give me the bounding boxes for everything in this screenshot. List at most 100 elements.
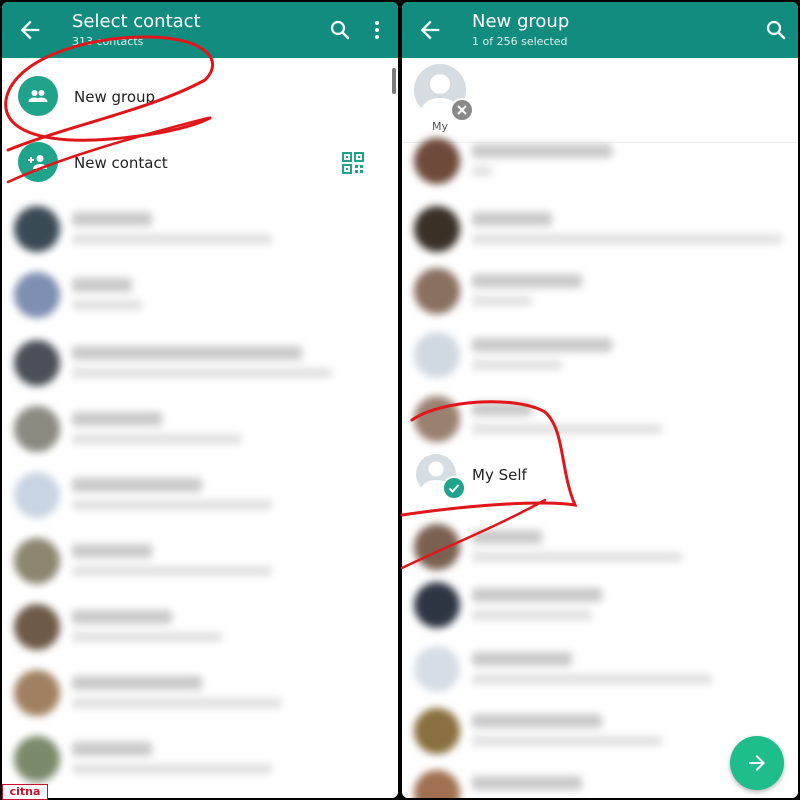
search-icon[interactable] [328, 18, 352, 42]
contact-status [472, 234, 782, 244]
contact-avatar [414, 268, 460, 314]
next-button[interactable] [730, 736, 784, 790]
new-contact-item[interactable]: New contact [2, 128, 398, 192]
contact-name [72, 544, 152, 558]
new-group-item[interactable]: New group [2, 64, 398, 128]
new-group-app-bar: New group 1 of 256 selected [402, 2, 798, 58]
contact-name [472, 714, 602, 728]
add-person-icon [18, 142, 58, 182]
new-group-label: New group [74, 88, 156, 106]
contact-status [72, 234, 272, 244]
selected-contact-chip[interactable] [414, 64, 474, 122]
contact-avatar [14, 272, 60, 318]
contact-status [72, 300, 142, 310]
contact-avatar [414, 332, 460, 378]
arrow-forward-icon [749, 755, 765, 771]
contact-name [72, 278, 132, 292]
contact-row[interactable] [402, 260, 798, 324]
contact-avatar [14, 604, 60, 650]
contact-status [72, 500, 272, 510]
contact-name [472, 274, 582, 288]
select-contact-screen: Select contact 313 contacts New group Ne… [2, 2, 398, 798]
contact-status [72, 764, 272, 774]
contact-row[interactable] [2, 662, 398, 726]
contact-row[interactable] [2, 464, 398, 528]
contact-row[interactable] [2, 728, 398, 792]
contact-status [72, 566, 272, 576]
back-arrow-icon[interactable] [16, 16, 44, 44]
contact-avatar [414, 206, 460, 252]
contact-avatar [14, 340, 60, 386]
contact-status [472, 424, 662, 434]
contact-name [472, 530, 542, 544]
contact-row[interactable] [2, 530, 398, 594]
group-icon [18, 76, 58, 116]
contact-name [472, 144, 612, 158]
contact-status [472, 736, 662, 746]
contact-name [472, 338, 612, 352]
contact-row[interactable] [2, 198, 398, 262]
contact-avatar [414, 770, 460, 798]
contact-avatar [414, 524, 460, 570]
contact-status [72, 368, 332, 378]
contact-name [472, 652, 572, 666]
contact-row[interactable] [402, 574, 798, 638]
contact-name [72, 212, 152, 226]
contact-avatar [414, 646, 460, 692]
contact-status [472, 610, 592, 620]
contact-status [472, 552, 682, 562]
contact-name [72, 346, 302, 360]
contact-name [72, 676, 202, 690]
contact-row[interactable] [402, 388, 798, 452]
contact-row[interactable] [2, 332, 398, 396]
contact-name [72, 412, 162, 426]
qr-code-icon[interactable] [342, 152, 364, 174]
contact-avatar [14, 538, 60, 584]
watermark-logo: citna [2, 784, 48, 800]
contact-name: My Self [472, 466, 527, 484]
contact-status [472, 166, 492, 176]
contact-avatar [14, 406, 60, 452]
contact-row[interactable] [2, 596, 398, 660]
more-options-icon[interactable] [368, 18, 386, 42]
contact-row[interactable] [402, 638, 798, 702]
page-title: New group [472, 11, 570, 32]
check-icon [442, 476, 466, 500]
contact-row[interactable] [2, 264, 398, 328]
select-contact-app-bar: Select contact 313 contacts [2, 2, 398, 58]
contact-status [72, 434, 242, 444]
back-arrow-icon[interactable] [416, 16, 444, 44]
contact-avatar [14, 670, 60, 716]
contact-name [72, 610, 172, 624]
contact-row[interactable] [402, 198, 798, 262]
contact-status [472, 360, 562, 370]
contact-status [72, 698, 282, 708]
page-title: Select contact [72, 11, 201, 32]
new-contact-label: New contact [74, 154, 168, 172]
contact-count: 313 contacts [72, 35, 144, 48]
contact-status [72, 632, 222, 642]
contact-row[interactable] [2, 398, 398, 462]
contact-status [472, 674, 712, 684]
selection-count: 1 of 256 selected [472, 35, 568, 48]
contact-row[interactable] [402, 130, 798, 194]
contact-row-my-self[interactable]: My Self [402, 448, 798, 508]
contact-name [472, 212, 552, 226]
contact-avatar [14, 736, 60, 782]
contact-row[interactable] [402, 324, 798, 388]
contact-name [472, 588, 602, 602]
contact-row[interactable] [402, 516, 798, 580]
contact-status [472, 296, 532, 306]
contact-name [472, 402, 532, 416]
contact-avatar [14, 206, 60, 252]
contact-name [472, 776, 582, 790]
remove-icon[interactable] [450, 98, 474, 122]
contact-name [72, 742, 152, 756]
contact-avatar [414, 138, 460, 184]
contact-avatar [14, 472, 60, 518]
contact-avatar [414, 708, 460, 754]
contact-avatar [414, 582, 460, 628]
new-group-screen: New group 1 of 256 selected My My Self [402, 2, 798, 798]
search-icon[interactable] [764, 18, 788, 42]
contact-avatar [414, 396, 460, 442]
